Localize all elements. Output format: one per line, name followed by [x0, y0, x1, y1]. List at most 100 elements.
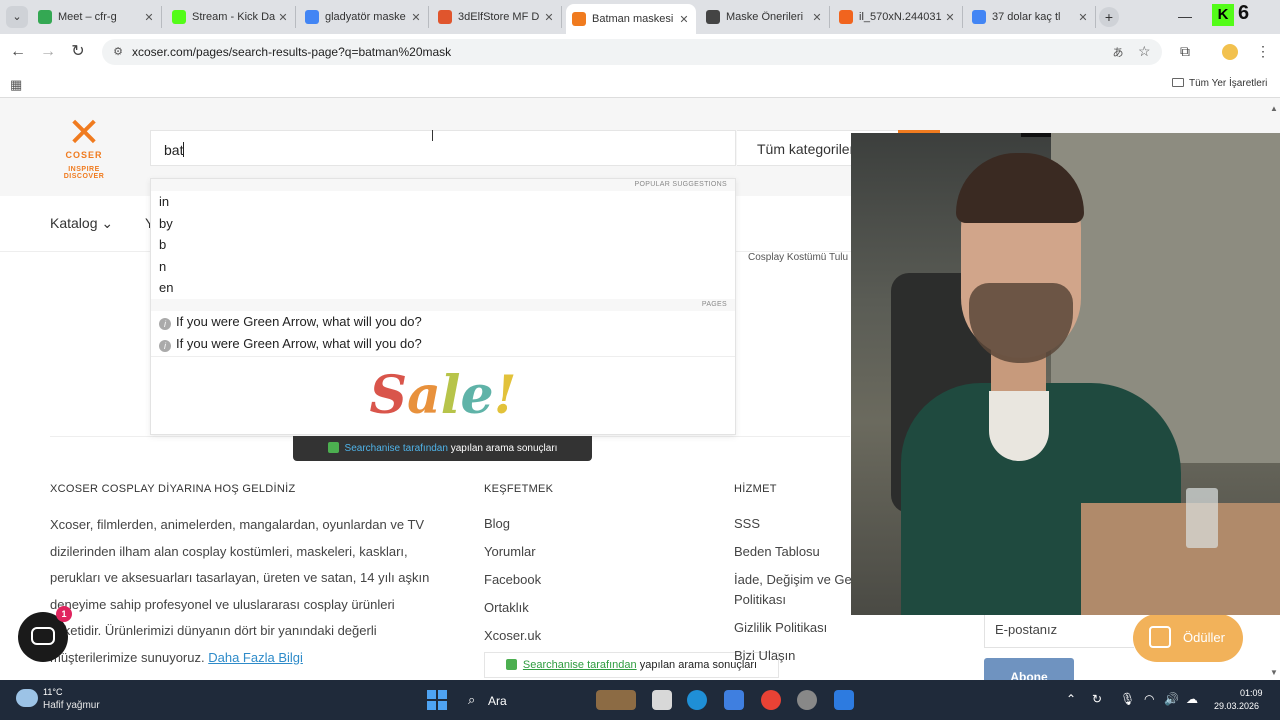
back-arrow-icon[interactable]: ← [8, 42, 28, 62]
kick-extension-icon[interactable]: K [1212, 4, 1234, 26]
breadcrumb[interactable]: Cosplay Kostümü Tulu [748, 252, 848, 263]
url-text[interactable]: xcoser.com/pages/search-results-page?q=b… [132, 45, 451, 59]
weather-desc[interactable]: Hafif yağmur [43, 700, 100, 711]
site-logo[interactable]: ✕ COSER INSPIRE DISCOVER [48, 110, 120, 180]
pages-header: PAGES [151, 298, 735, 311]
browser-tab[interactable]: Meet – cfr-g ✕ [32, 6, 162, 28]
searchanise-link[interactable]: Searchanise tarafından [345, 443, 448, 454]
browser-tab[interactable]: 37 dolar kaç tl ✕ [966, 6, 1096, 28]
newsletter-email-input[interactable]: E-postanız [984, 610, 1134, 648]
footer-link[interactable]: Politikası [734, 592, 786, 607]
sale-banner[interactable]: Sale! [151, 365, 735, 427]
wifi-icon[interactable]: ◠ [1144, 692, 1154, 706]
tab-search-chevron-icon[interactable]: ⌄ [6, 6, 28, 28]
nav-katalog[interactable]: Katalog ⌄ [50, 215, 113, 232]
close-tab-icon[interactable]: ✕ [543, 11, 555, 24]
subscribe-button[interactable]: Abone [984, 658, 1074, 680]
rewards-button[interactable]: Ödüller [1133, 614, 1243, 662]
store-icon[interactable] [724, 690, 744, 710]
scroll-up-icon[interactable]: ▲ [1270, 104, 1278, 113]
new-tab-button[interactable]: + [1099, 7, 1119, 27]
footer-link[interactable]: Xcoser.uk [484, 628, 541, 643]
weather-cloud-icon[interactable] [16, 689, 38, 707]
widget-image-icon[interactable] [596, 690, 636, 710]
chevron-down-icon: ⌄ [101, 215, 114, 231]
footer-link[interactable]: Blog [484, 516, 510, 531]
browser-tab[interactable]: 3dElfStore MF D ✕ [432, 6, 562, 28]
info-icon: i [159, 339, 171, 352]
address-bar[interactable]: ⚙ xcoser.com/pages/search-results-page?q… [102, 39, 1162, 65]
app-window-icon[interactable] [834, 690, 854, 710]
browser-tab[interactable]: Maske Önerileri ✕ [700, 6, 830, 28]
footer-link[interactable]: Facebook [484, 572, 541, 587]
close-tab-icon[interactable]: ✕ [410, 11, 422, 24]
footer-link[interactable]: Bizi Ulaşın [734, 648, 795, 663]
close-tab-icon[interactable]: ✕ [277, 11, 289, 24]
page-result-title: If you were Green Arrow, what will you d… [176, 313, 422, 329]
footer-link[interactable]: Yorumlar [484, 544, 536, 559]
close-tab-icon[interactable]: ✕ [944, 11, 956, 24]
logo-brand: COSER [65, 150, 103, 160]
footer-link[interactable]: Beden Tablosu [734, 544, 820, 559]
battery-cloud-icon[interactable]: ☁ [1186, 692, 1198, 706]
logo-x-mark: ✕ [67, 110, 101, 156]
apps-grid-icon[interactable]: ▦ [10, 77, 22, 93]
volume-icon[interactable]: 🔊 [1164, 692, 1179, 706]
footer-service-heading: HİZMET [734, 483, 777, 495]
close-tab-icon[interactable]: ✕ [811, 11, 823, 24]
bookmark-star-icon[interactable]: ☆ [1138, 43, 1151, 60]
close-tab-icon[interactable]: ✕ [678, 13, 690, 26]
webcam-desk [1081, 503, 1280, 615]
profile-avatar[interactable] [1222, 44, 1238, 60]
browser-tab[interactable]: il_570xN.244031 ✕ [833, 6, 963, 28]
close-tab-icon[interactable]: ✕ [1077, 11, 1089, 24]
clock-time[interactable]: 01:09 [1240, 688, 1263, 698]
footer-link[interactable]: Ortaklık [484, 600, 529, 615]
google-icon [305, 10, 319, 24]
close-tab-icon[interactable]: ✕ [143, 11, 155, 24]
footer-link[interactable]: İade, Değişim ve Ge [734, 572, 852, 587]
chatgpt-icon[interactable] [797, 690, 817, 710]
page-result-item[interactable]: i If you were Green Arrow, what will you … [151, 311, 735, 333]
site-info-icon[interactable]: ⚙ [110, 44, 126, 60]
minimize-icon[interactable]: — [1178, 8, 1192, 24]
microphone-icon[interactable]: 🎙 [1120, 692, 1135, 706]
taskbar-search[interactable]: ⌕ Ara [462, 688, 582, 712]
extensions-icon[interactable]: ⧉ [1180, 43, 1190, 60]
suggestion-item[interactable]: b [151, 234, 735, 256]
tab-title: Batman maskesi [592, 13, 674, 25]
footer-link[interactable]: Gizlilik Politikası [734, 620, 827, 635]
windows-start-icon[interactable] [427, 690, 447, 710]
searchanise-icon [327, 442, 339, 453]
site-search-input[interactable]: bat [150, 130, 736, 166]
clock-date[interactable]: 29.03.2026 [1214, 701, 1259, 711]
edge-icon[interactable] [687, 690, 707, 710]
weather-temp[interactable]: 11°C [43, 687, 62, 697]
searchanise-link[interactable]: Searchanise tarafından [523, 659, 637, 671]
suggestion-item[interactable]: en [151, 277, 735, 299]
browser-menu-icon[interactable]: ⋮ [1256, 43, 1270, 60]
tray-sync-icon[interactable]: ↻ [1092, 692, 1102, 706]
browser-tab[interactable]: gladyatör maske ✕ [299, 6, 429, 28]
suggestion-item[interactable]: in [151, 191, 735, 213]
all-bookmarks[interactable]: Tüm Yer İşaretleri [1172, 78, 1267, 89]
page-result-item[interactable]: i If you were Green Arrow, what will you … [151, 333, 735, 355]
task-view-icon[interactable] [652, 690, 672, 710]
translate-icon[interactable]: あ [1110, 44, 1126, 60]
footer-link[interactable]: SSS [734, 516, 760, 531]
scroll-down-icon[interactable]: ▼ [1270, 668, 1278, 677]
kick-count: 6 [1238, 2, 1250, 24]
suggestion-item[interactable]: by [151, 213, 735, 235]
about-paragraph: Xcoser, filmlerden, animelerden, mangala… [50, 517, 430, 665]
bookmarks-bar: ▦ Tüm Yer İşaretleri [0, 70, 1280, 98]
browser-tab[interactable]: Stream - Kick Da ✕ [166, 6, 296, 28]
forward-arrow-icon[interactable]: → [38, 42, 58, 62]
browser-tab[interactable]: Batman maskesi ✕ [566, 4, 696, 34]
reload-icon[interactable]: ↻ [68, 42, 88, 62]
more-info-link[interactable]: Daha Fazla Bilgi [208, 650, 303, 665]
chrome-icon[interactable] [761, 690, 781, 710]
suggestion-item[interactable]: n [151, 256, 735, 278]
tray-chevron-icon[interactable]: ⌃ [1066, 692, 1076, 706]
footer-welcome-heading: XCOSER COSPLAY DİYARINA HOŞ GELDİNİZ [50, 483, 296, 495]
tab-title: gladyatör maske [325, 11, 406, 23]
